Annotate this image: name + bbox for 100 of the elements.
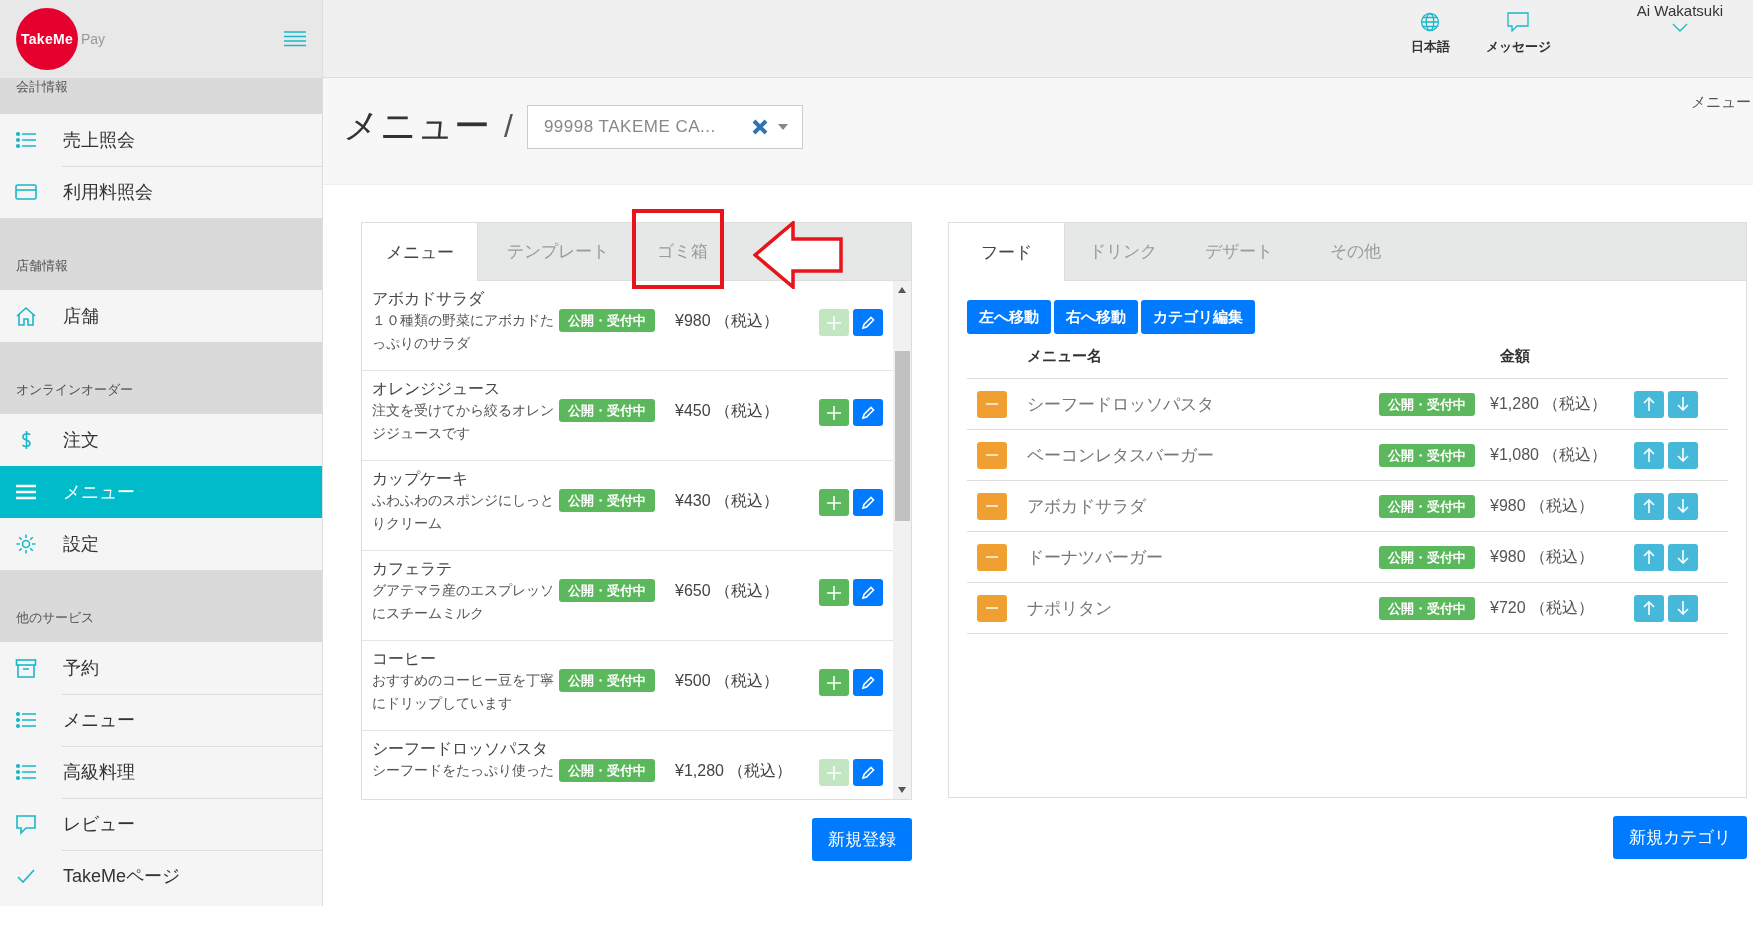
item-price: ¥980 （税込） xyxy=(675,311,781,331)
new-item-button[interactable]: 新規登録 xyxy=(812,818,912,861)
plus-icon xyxy=(827,315,841,330)
edit-button[interactable] xyxy=(853,399,883,426)
pencil-icon xyxy=(861,315,875,330)
remove-button[interactable] xyxy=(977,594,1007,622)
action-button[interactable]: 右へ移動 xyxy=(1054,300,1138,334)
add-button[interactable] xyxy=(819,579,849,606)
item-name: ドーナツバーガー xyxy=(1027,546,1164,569)
list-icon xyxy=(15,761,37,783)
pencil-icon xyxy=(861,405,875,420)
item-description: 注文を受けてから絞るオレンジジュースです xyxy=(372,401,555,443)
card-icon xyxy=(15,181,37,203)
edit-button[interactable] xyxy=(853,759,883,786)
sidebar-item[interactable]: 設定 xyxy=(0,518,322,570)
remove-button[interactable] xyxy=(977,441,1007,469)
sidebar-item[interactable]: 注文 xyxy=(0,414,322,466)
page-title: メニュー xyxy=(343,104,490,148)
move-down-button[interactable] xyxy=(1668,441,1698,469)
plus-icon xyxy=(827,585,841,600)
sidebar-item[interactable]: メニュー xyxy=(0,694,322,746)
sidebar-item[interactable]: 高級料理 xyxy=(0,746,322,798)
item-name: ベーコンレタスバーガー xyxy=(1027,444,1215,467)
user-menu[interactable]: Ai Wakatsuki xyxy=(1636,2,1723,32)
item-description: ふわふわのスポンジにしっとりクリーム xyxy=(372,491,555,533)
item-name: アボカドサラダ xyxy=(1027,495,1147,518)
item-price: ¥430 （税込） xyxy=(675,491,781,511)
item-price: ¥980 （税込） xyxy=(1490,495,1596,516)
move-down-button[interactable] xyxy=(1668,594,1698,622)
item-name: ナポリタン xyxy=(1027,597,1113,620)
menu-icon[interactable] xyxy=(284,31,306,47)
scroll-down-icon[interactable] xyxy=(898,787,906,793)
move-up-button[interactable] xyxy=(1634,594,1664,622)
edit-button[interactable] xyxy=(853,669,883,696)
column-header: メニュー名 xyxy=(1027,346,1103,366)
store-select[interactable]: 99998 TAKEME CA... xyxy=(526,105,803,149)
edit-button[interactable] xyxy=(853,579,883,606)
add-button[interactable] xyxy=(819,669,849,696)
section-title: 店舗情報 xyxy=(16,257,68,275)
scroll-up-icon[interactable] xyxy=(898,287,906,293)
section-title: 会計情報 xyxy=(16,78,68,96)
pencil-icon xyxy=(861,495,875,510)
status-badge: 公開・受付中 xyxy=(1379,596,1475,620)
arrow-up-icon xyxy=(1643,601,1655,615)
remove-button[interactable] xyxy=(977,492,1007,520)
item-name: シーフードロッソパスタ xyxy=(1027,393,1215,416)
logo-suffix: Pay xyxy=(81,31,106,47)
sidebar-item[interactable]: TakeMeページ xyxy=(0,850,322,902)
arrow-down-icon xyxy=(1677,397,1689,411)
item-price: ¥450 （税込） xyxy=(675,401,781,421)
move-down-button[interactable] xyxy=(1668,390,1698,418)
caret-icon xyxy=(777,124,788,130)
status-badge: 公開・受付中 xyxy=(559,759,655,782)
item-price: ¥650 （税込） xyxy=(675,581,781,601)
item-price: ¥980 （税込） xyxy=(1490,546,1596,567)
arrow-up-icon xyxy=(1643,499,1655,513)
sidebar-item[interactable]: 売上照会 xyxy=(0,114,322,166)
move-up-button[interactable] xyxy=(1634,492,1664,520)
item-name: カフェラテ xyxy=(372,559,453,579)
status-badge: 公開・受付中 xyxy=(559,579,655,602)
move-down-button[interactable] xyxy=(1668,492,1698,520)
sidebar-item[interactable]: 予約 xyxy=(0,642,322,694)
move-up-button[interactable] xyxy=(1634,543,1664,571)
item-name: シーフードロッソパスタ xyxy=(372,739,549,759)
plus-icon xyxy=(827,405,841,420)
add-button[interactable] xyxy=(819,489,849,516)
tab[interactable]: フード xyxy=(949,223,1065,281)
chat-icon xyxy=(1507,12,1530,32)
scrollbar[interactable] xyxy=(893,281,911,799)
remove-button[interactable] xyxy=(977,390,1007,418)
action-button[interactable]: 左へ移動 xyxy=(967,300,1051,334)
item-price: ¥1,080 （税込） xyxy=(1490,444,1609,465)
sidebar-item[interactable]: 店舗 xyxy=(0,290,322,342)
messages-button[interactable]: メッセージ xyxy=(1485,12,1551,56)
sidebar-item[interactable]: レビュー xyxy=(0,798,322,850)
section-title: 他のサービス xyxy=(16,609,94,627)
arrow-down-icon xyxy=(1677,601,1689,615)
new-category-button[interactable]: 新規カテゴリ xyxy=(1613,816,1747,859)
edit-button[interactable] xyxy=(853,309,883,336)
move-up-button[interactable] xyxy=(1634,390,1664,418)
item-description: おすすめのコーヒー豆を丁寧にドリップしています xyxy=(372,671,555,713)
status-badge: 公開・受付中 xyxy=(1379,494,1475,518)
language-button[interactable]: 日本語 xyxy=(1410,12,1450,56)
sidebar-item[interactable]: 利用料照会 xyxy=(0,166,322,218)
action-button[interactable]: カテゴリ編集 xyxy=(1141,300,1255,334)
arrow-up-icon xyxy=(1643,397,1655,411)
tab[interactable]: メニュー xyxy=(362,223,478,281)
plus-icon xyxy=(827,675,841,690)
move-up-button[interactable] xyxy=(1634,441,1664,469)
title-separator: / xyxy=(504,107,513,146)
section-title: オンラインオーダー xyxy=(16,381,133,399)
edit-button[interactable] xyxy=(853,489,883,516)
item-price: ¥1,280 （税込） xyxy=(675,761,794,781)
move-down-button[interactable] xyxy=(1668,543,1698,571)
chevron-down-icon xyxy=(1671,23,1688,32)
minus-icon xyxy=(986,403,998,405)
remove-button[interactable] xyxy=(977,543,1007,571)
clear-icon[interactable] xyxy=(751,119,768,135)
arrow-down-icon xyxy=(1677,499,1689,513)
add-button[interactable] xyxy=(819,399,849,426)
